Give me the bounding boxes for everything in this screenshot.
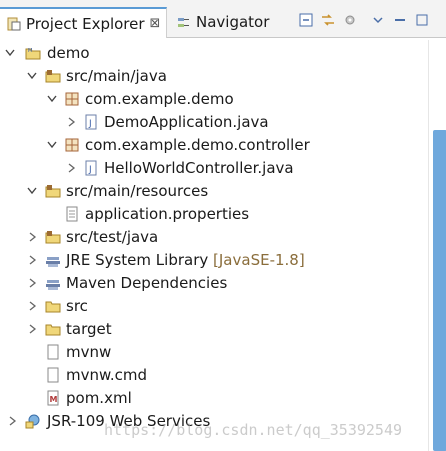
chevron-down-icon[interactable] [4,42,16,64]
source-folder-icon [45,185,61,198]
chevron-down-icon [373,17,383,24]
chevron-right-icon[interactable] [6,410,18,432]
watermark-text: https://blog.csdn.net/qq_35392549 [104,421,403,439]
tree-item-demo[interactable]: M demo [0,42,428,64]
tree-item-src-main-resources[interactable]: src/main/resources [0,180,428,202]
chevron-right-icon[interactable] [65,111,77,133]
chevron-right-icon[interactable] [26,318,38,340]
file-icon [47,344,59,360]
chevron-down-icon[interactable] [46,88,58,110]
file-icon [47,367,59,383]
tree-item-label: com.example.demo.controller [85,136,310,154]
tree-item-src-main-java[interactable]: src/main/java [0,65,428,87]
tree-item-src-test-java[interactable]: src/test/java [0,226,428,248]
tree-item-label: DemoApplication.java [104,113,269,131]
scrollbar-thumb[interactable] [433,130,446,451]
navigator-icon [178,18,189,27]
tree-item-mvnw-cmd[interactable]: mvnw.cmd [0,364,428,386]
view-menu-button[interactable] [370,12,386,28]
svg-text:M: M [28,48,32,54]
tree-item-label: src/main/resources [66,182,209,200]
tree-item-properties-file[interactable]: application.properties [0,203,428,225]
folder-icon [45,301,61,313]
tab-navigator[interactable]: Navigator [170,8,270,36]
tree-item-label: mvnw [66,343,112,361]
chevron-right-icon[interactable] [26,226,38,248]
tree-item-src[interactable]: src [0,295,428,317]
java-file-icon: J [85,160,97,176]
folder-icon [45,324,61,336]
tree-item-label: src [66,297,88,315]
chevron-right-icon[interactable] [26,249,38,271]
tree-item-pom-xml[interactable]: M pom.xml [0,387,428,409]
tree-item-jre-library[interactable]: JRE System Library [JavaSE-1.8] [0,249,428,271]
tree-item-label: com.example.demo [85,90,234,108]
tree-item-label: application.properties [85,205,250,223]
tree-item-java-file[interactable]: J HelloWorldController.java [0,157,428,179]
collapse-all-button[interactable] [298,12,314,28]
source-folder-icon [45,70,61,83]
maximize-icon [416,14,428,26]
tree-item-label: target [66,320,112,338]
maven-pom-icon: M [47,390,59,406]
svg-text:J: J [88,165,92,175]
tree-item-label: demo [47,44,90,62]
library-icon [46,257,60,267]
link-icon [322,14,334,26]
link-with-editor-button[interactable] [320,12,336,28]
source-folder-icon [45,231,61,244]
tree-item-java-file[interactable]: J DemoApplication.java [0,111,428,133]
library-name: JRE System Library [66,251,209,269]
tree-item-maven-dependencies[interactable]: Maven Dependencies [0,272,428,294]
tree-item-mvnw[interactable]: mvnw [0,341,428,363]
gear-icon [345,15,355,25]
project-tree: M demo src/main/java com.example.demo J … [0,40,428,451]
chevron-right-icon[interactable] [65,157,77,179]
library-decoration: [JavaSE-1.8] [213,251,305,269]
chevron-down-icon[interactable] [46,134,58,156]
tree-item-label: src/main/java [66,67,167,85]
maximize-button[interactable] [414,12,430,28]
web-services-icon [25,414,40,429]
close-icon[interactable]: ⊠ [150,16,161,31]
tab-label: Navigator [196,13,270,31]
tree-item-label: pom.xml [66,389,132,407]
tree-item-label: JRE System Library [JavaSE-1.8] [66,251,305,269]
properties-file-icon [66,206,78,222]
vertical-scrollbar[interactable] [428,40,446,451]
tab-project-explorer[interactable]: Project Explorer ⊠ [0,7,167,38]
chevron-right-icon[interactable] [26,272,38,294]
svg-text:M: M [50,395,58,404]
project-icon: M [25,48,41,60]
collapse-all-icon [299,13,313,27]
package-icon [65,138,79,152]
chevron-down-icon[interactable] [26,180,38,202]
svg-text:J: J [88,119,92,129]
tree-item-label: mvnw.cmd [66,366,148,384]
project-explorer-icon [7,17,21,30]
chevron-down-icon[interactable] [26,65,38,87]
tree-item-package[interactable]: com.example.demo [0,88,428,110]
package-icon [65,92,79,106]
filters-button[interactable] [342,12,358,28]
tree-item-label: Maven Dependencies [66,274,228,292]
tree-item-label: src/test/java [66,228,159,246]
library-icon [46,280,60,290]
tree-item-package[interactable]: com.example.demo.controller [0,134,428,156]
tree-item-label: HelloWorldController.java [104,159,294,177]
view-toolbar [298,10,430,30]
minimize-icon [395,19,405,21]
chevron-right-icon[interactable] [26,295,38,317]
view-tab-bar: Project Explorer ⊠ Navigator [0,0,446,38]
minimize-button[interactable] [392,12,408,28]
tab-label: Project Explorer [26,14,145,33]
tree-item-target[interactable]: target [0,318,428,340]
java-file-icon: J [85,114,97,130]
